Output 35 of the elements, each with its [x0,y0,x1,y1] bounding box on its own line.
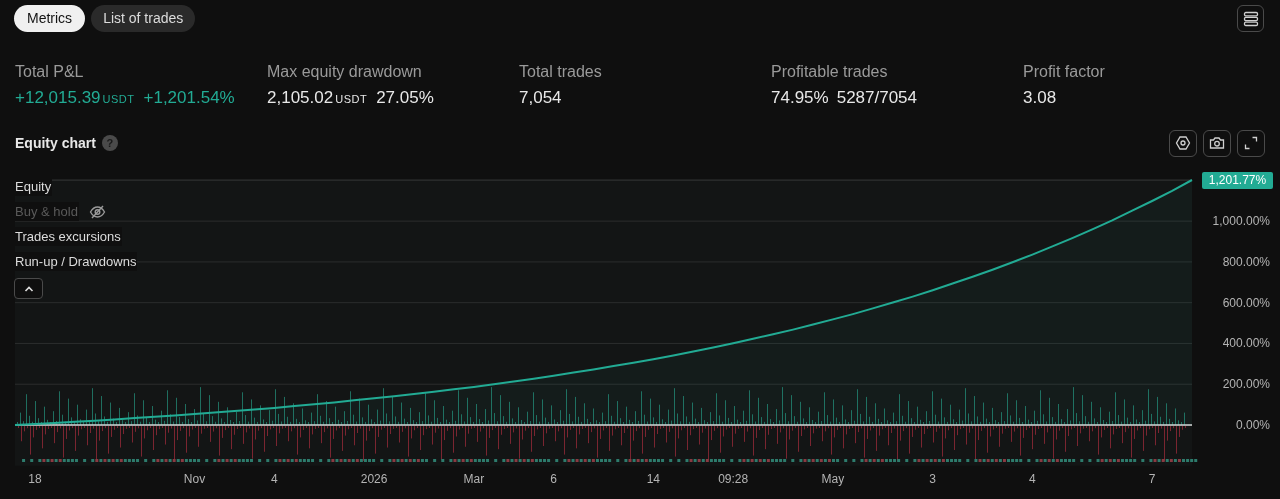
x-axis-label: 14 [646,472,661,486]
metric-label: Total P&L [15,62,84,82]
x-axis-label: 3 [929,472,936,486]
metric-value: 27.05% [376,88,434,108]
metric-value: 5287/7054 [836,88,918,108]
metric-label: Profitable trades [771,62,888,82]
x-axis-label: 2026 [360,472,388,486]
metric-value: +1,201.54% [143,88,235,108]
currency-unit: USDT [102,92,135,107]
x-axis-label: Mar [463,472,485,486]
currency-unit: USDT [335,92,368,107]
metric-label: Profit factor [1023,62,1105,82]
x-axis-label: 6 [550,472,557,486]
x-axis-label: 4 [271,472,278,486]
metric-value: 7,054 [519,88,562,108]
y-axis-label: 800.00% [1222,254,1270,269]
y-axis-label: 0.00% [1235,418,1270,432]
x-axis-label: 09:28 [718,472,749,486]
y-axis-label: 400.00% [1222,336,1270,351]
metric-label: Total trades [519,62,602,82]
x-axis-label: 7 [1148,472,1156,486]
last-value-badge: 1,201.77% [1202,171,1273,189]
y-axis-label: 1,000.00% [1212,214,1270,229]
x-axis-label: 4 [1029,472,1036,486]
x-axis-label: May [821,472,845,486]
metric-value: 2,105.02 [267,88,334,108]
metric-label: Max equity drawdown [267,62,422,82]
y-axis-label: 600.00% [1222,295,1270,310]
x-axis-label: Nov [183,472,206,486]
metric-value: 74.95% [771,88,829,108]
y-axis-label: 200.00% [1222,377,1270,392]
chart-title: Equity chart [15,133,96,153]
metric-value: 3.08 [1023,88,1057,108]
metric-value: +12,015.39 [15,88,101,108]
x-axis-label: 18 [28,472,42,486]
